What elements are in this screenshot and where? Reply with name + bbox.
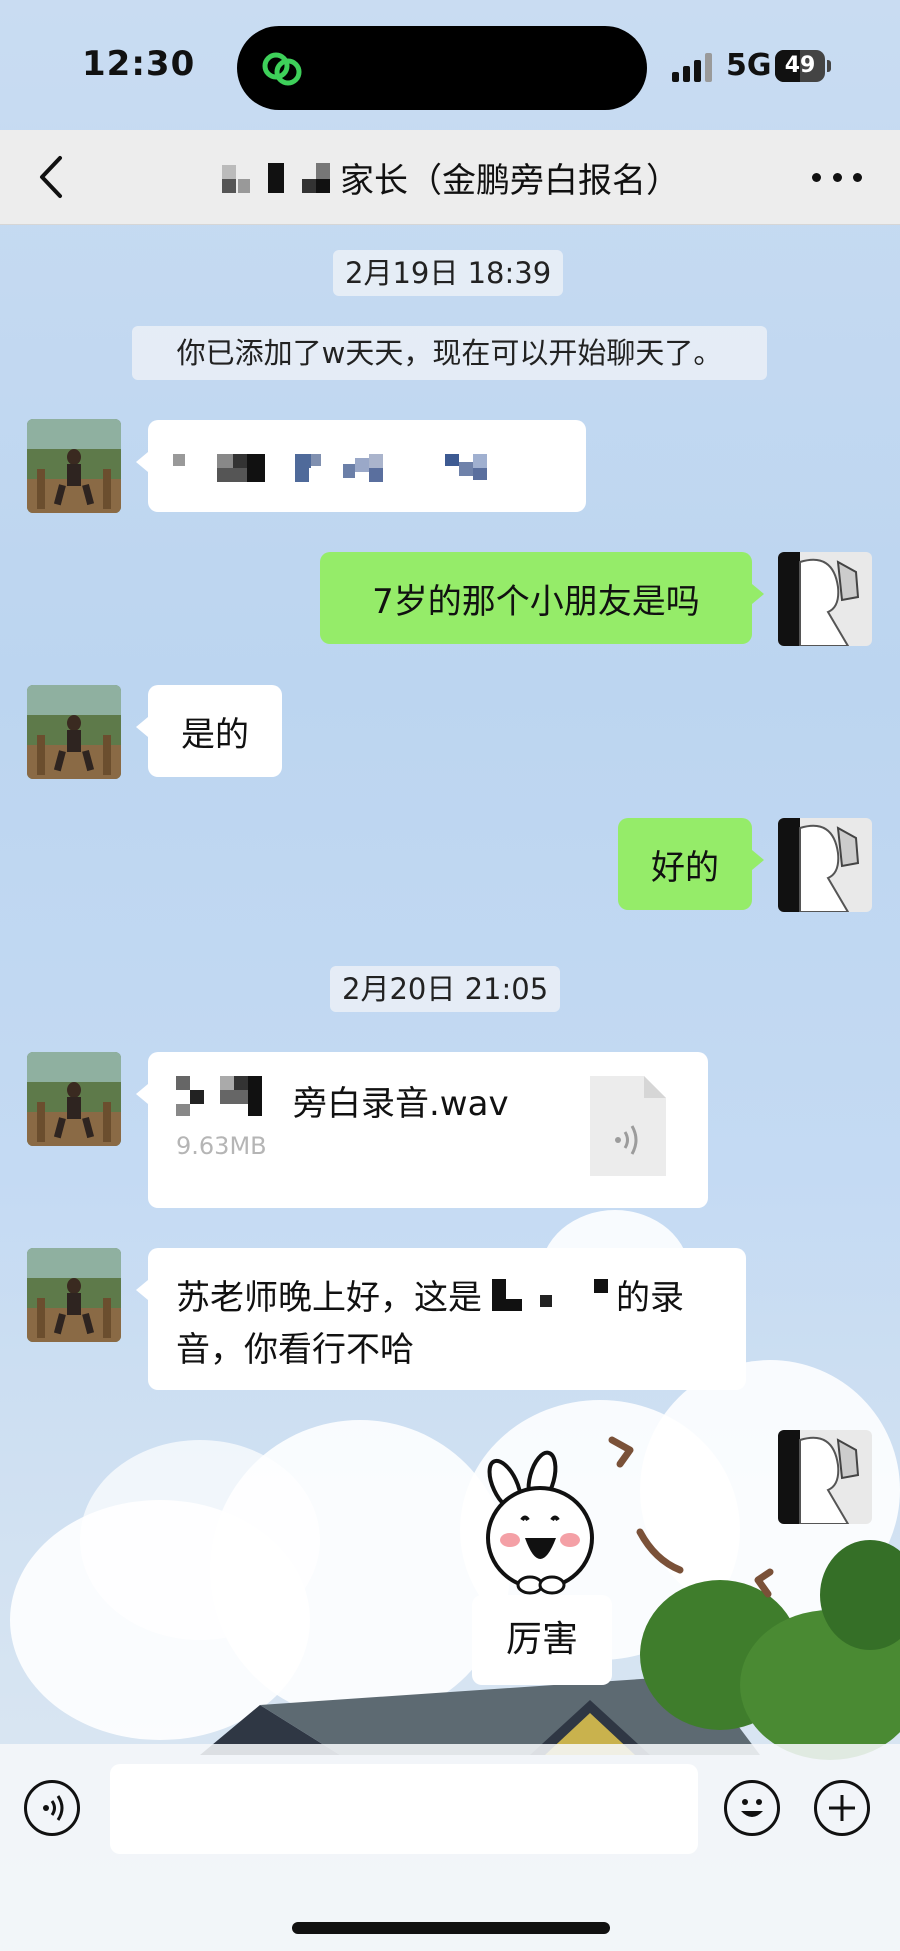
- network-type: 5G: [726, 48, 772, 83]
- message-timestamp: 2月19日 18:39: [333, 250, 564, 296]
- more-dot: [812, 172, 821, 182]
- sent-message[interactable]: 好的: [618, 818, 764, 910]
- file-name: 旁白录音.wav: [293, 1084, 509, 1124]
- status-bar: 12:30 5G 49: [0, 0, 900, 130]
- chat-title-text: 家长（金鹏旁白报名）: [340, 160, 680, 201]
- more-dot: [832, 172, 842, 182]
- input-toolbar: [0, 1744, 900, 1951]
- my-avatar-image: [778, 552, 872, 646]
- my-avatar[interactable]: [778, 552, 872, 646]
- contact-avatar[interactable]: [27, 685, 121, 779]
- more-dot: [853, 172, 862, 182]
- chat-title: 家长（金鹏旁白报名）: [220, 152, 680, 202]
- dynamic-island: [237, 26, 647, 110]
- file-message[interactable]: 旁白录音.wav 9.63MB: [136, 1052, 708, 1208]
- back-arrow-icon[interactable]: [30, 150, 74, 204]
- received-message[interactable]: 是的: [136, 685, 282, 777]
- status-time: 12:30: [82, 44, 196, 84]
- my-avatar[interactable]: [778, 818, 872, 912]
- sticker-caption: 厉害: [505, 1619, 578, 1660]
- link-app-icon: [262, 52, 302, 86]
- message-timestamp: 2月20日 21:05: [330, 966, 561, 1012]
- contact-avatar[interactable]: [27, 1248, 121, 1342]
- emoji-button[interactable]: [724, 1780, 780, 1836]
- more-options-button[interactable]: [812, 152, 862, 202]
- voice-input-button[interactable]: [24, 1780, 80, 1836]
- redacted-name-mosaic: [492, 1278, 608, 1311]
- smiley-icon: [741, 1799, 763, 1817]
- contact-avatar-image: [27, 1052, 121, 1146]
- redacted-name-mosaic: [222, 163, 330, 193]
- received-message[interactable]: 苏老师晚上好，这是 的录 音，你看行不哈: [136, 1248, 746, 1390]
- received-message-text: 的录: [616, 1278, 684, 1318]
- my-avatar-image: [778, 818, 872, 912]
- received-message-text: 苏老师晚上好，这是: [176, 1278, 482, 1318]
- system-notice: 你已添加了w天天，现在可以开始聊天了。: [132, 326, 767, 380]
- cellular-signal-icon: [672, 53, 712, 82]
- redacted-filename-mosaic: [176, 1076, 262, 1116]
- received-message-redacted[interactable]: [136, 420, 586, 512]
- contact-avatar-image: [27, 419, 121, 513]
- file-size: 9.63MB: [176, 1132, 267, 1160]
- received-message-text: 是的: [181, 714, 249, 755]
- contact-avatar[interactable]: [27, 1052, 121, 1146]
- received-message-text: 音，你看行不哈: [176, 1330, 414, 1370]
- sent-message[interactable]: 7岁的那个小朋友是吗: [320, 552, 764, 644]
- home-indicator[interactable]: [292, 1922, 610, 1934]
- audio-file-icon: [590, 1076, 666, 1176]
- battery-icon: 49: [775, 50, 831, 82]
- contact-avatar[interactable]: [27, 419, 121, 513]
- received-message-line: 苏老师晚上好，这是 的录: [176, 1270, 684, 1319]
- plus-icon: [829, 1795, 855, 1821]
- redacted-text-mosaic: [173, 454, 487, 482]
- sent-message-text: 7岁的那个小朋友是吗: [372, 581, 700, 622]
- contact-avatar-image: [27, 1248, 121, 1342]
- message-input[interactable]: [110, 1764, 698, 1854]
- chat-header: 家长（金鹏旁白报名）: [0, 130, 900, 225]
- background-cloud: [80, 1440, 320, 1640]
- sent-message-text: 好的: [651, 847, 719, 888]
- contact-avatar-image: [27, 685, 121, 779]
- voice-wave-icon: [43, 1795, 64, 1821]
- battery-level: 49: [784, 53, 816, 78]
- more-actions-button[interactable]: [814, 1780, 870, 1836]
